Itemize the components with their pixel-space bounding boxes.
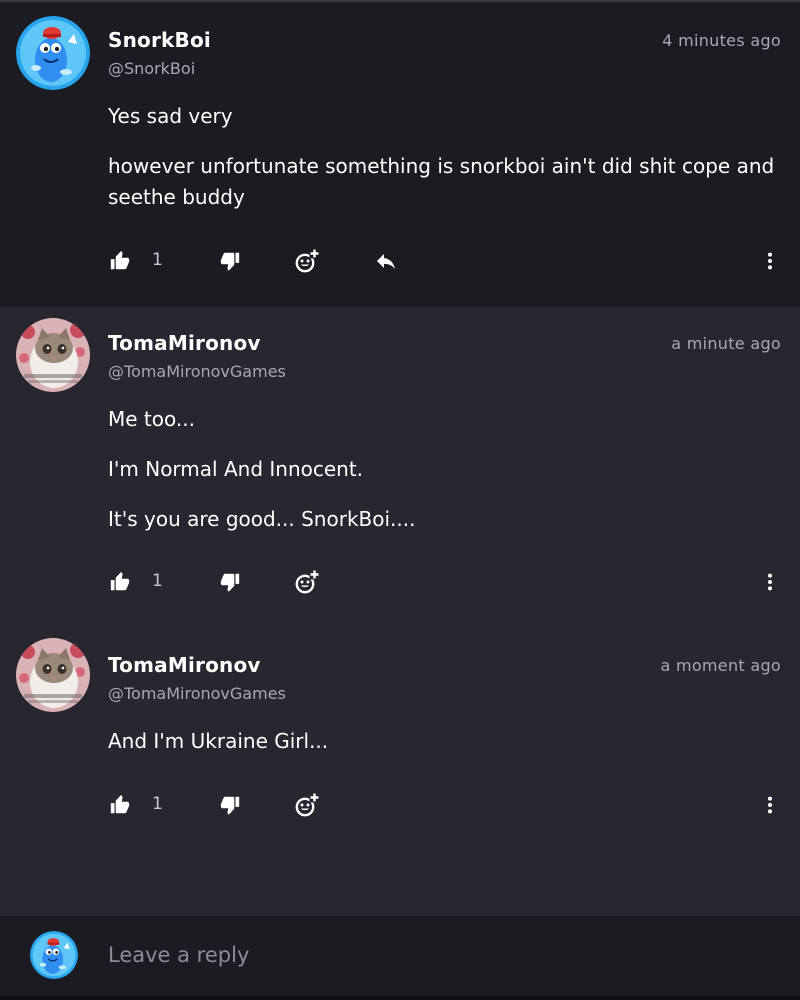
reply-button[interactable] bbox=[371, 245, 401, 277]
comment-paragraph: And I'm Ukraine Girl... bbox=[108, 729, 329, 753]
like-button[interactable] bbox=[106, 566, 134, 598]
reply-composer bbox=[0, 916, 800, 1000]
dislike-button[interactable] bbox=[216, 566, 244, 598]
avatar[interactable] bbox=[16, 16, 90, 90]
comment-item: SnorkBoi @SnorkBoi 4 minutes ago Yes sad… bbox=[0, 0, 800, 307]
add-emoji-icon bbox=[294, 569, 320, 595]
more-options-button[interactable] bbox=[758, 789, 782, 821]
thumbs-up-icon bbox=[109, 571, 131, 593]
more-vertical-icon bbox=[759, 250, 781, 272]
like-button[interactable] bbox=[106, 789, 134, 821]
comment-thread: SnorkBoi @SnorkBoi 4 minutes ago Yes sad… bbox=[0, 0, 800, 916]
thumbs-down-icon bbox=[219, 250, 241, 272]
dislike-button[interactable] bbox=[216, 245, 244, 277]
comment-timestamp[interactable]: 4 minutes ago bbox=[662, 31, 781, 50]
add-reaction-button[interactable] bbox=[292, 789, 322, 821]
comment-body: Yes sad very however unfortunate somethi… bbox=[108, 101, 778, 232]
reply-input[interactable] bbox=[108, 938, 768, 972]
add-emoji-icon bbox=[294, 792, 320, 818]
avatar[interactable] bbox=[16, 318, 90, 392]
comment-timestamp[interactable]: a minute ago bbox=[671, 334, 781, 353]
cat-avatar-image bbox=[16, 318, 90, 392]
cat-avatar-image bbox=[16, 638, 90, 712]
like-count: 1 bbox=[152, 794, 163, 814]
comment-paragraph: Me too... bbox=[108, 407, 195, 431]
comment-body: Me too... I'm Normal And Innocent. It's … bbox=[108, 404, 778, 554]
comment-actions: 1 bbox=[0, 789, 800, 821]
comment-paragraph: I'm Normal And Innocent. bbox=[108, 457, 364, 481]
like-count: 1 bbox=[152, 571, 163, 591]
blue-creature-avatar-image bbox=[30, 931, 78, 979]
thumbs-down-icon bbox=[219, 571, 241, 593]
add-reaction-button[interactable] bbox=[292, 566, 322, 598]
thumbs-up-icon bbox=[109, 250, 131, 272]
comment-handle: @SnorkBoi bbox=[108, 59, 196, 78]
like-button[interactable] bbox=[106, 245, 134, 277]
more-options-button[interactable] bbox=[758, 245, 782, 277]
thumbs-up-icon bbox=[109, 794, 131, 816]
avatar[interactable] bbox=[16, 638, 90, 712]
like-count: 1 bbox=[152, 250, 163, 270]
dislike-button[interactable] bbox=[216, 789, 244, 821]
reply-arrow-icon bbox=[374, 249, 398, 273]
comment-body: And I'm Ukraine Girl... bbox=[108, 726, 778, 776]
comment-author[interactable]: TomaMironov bbox=[108, 653, 261, 677]
comment-handle: @TomaMironovGames bbox=[108, 684, 286, 703]
more-options-button[interactable] bbox=[758, 566, 782, 598]
blue-creature-avatar-image bbox=[16, 16, 90, 90]
comment-paragraph: however unfortunate something is snorkbo… bbox=[108, 154, 775, 209]
more-vertical-icon bbox=[759, 794, 781, 816]
add-emoji-icon bbox=[294, 248, 320, 274]
comment-handle: @TomaMironovGames bbox=[108, 362, 286, 381]
comment-item: TomaMironov @TomaMironovGames a moment a… bbox=[0, 627, 800, 916]
comment-actions: 1 bbox=[0, 566, 800, 598]
comment-paragraph: It's you are good... SnorkBoi.... bbox=[108, 507, 416, 531]
more-vertical-icon bbox=[759, 571, 781, 593]
comment-author[interactable]: TomaMironov bbox=[108, 331, 261, 355]
comment-author[interactable]: SnorkBoi bbox=[108, 28, 211, 52]
thumbs-down-icon bbox=[219, 794, 241, 816]
comment-actions: 1 bbox=[0, 245, 800, 277]
comment-item: TomaMironov @TomaMironovGames a minute a… bbox=[0, 307, 800, 627]
add-reaction-button[interactable] bbox=[292, 245, 322, 277]
comment-paragraph: Yes sad very bbox=[108, 104, 233, 128]
comment-timestamp[interactable]: a moment ago bbox=[660, 656, 781, 675]
current-user-avatar bbox=[30, 931, 78, 979]
